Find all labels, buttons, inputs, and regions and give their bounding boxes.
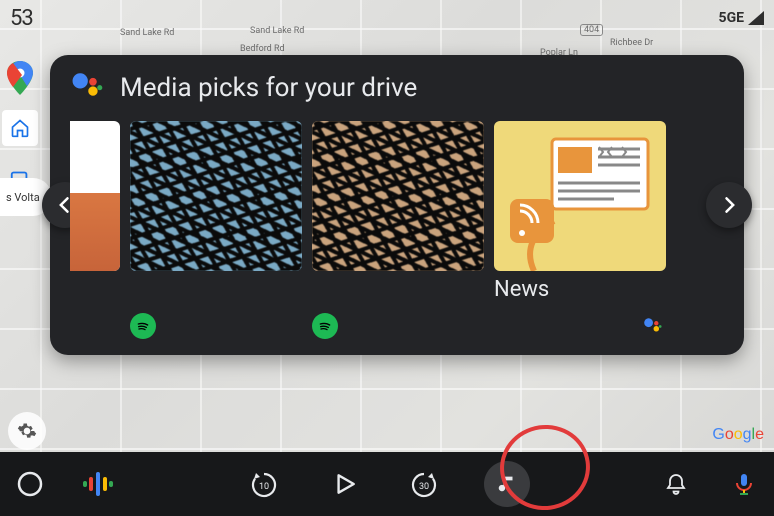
left-rail [0,60,40,196]
tile-label: News [494,277,666,305]
circle-outline-icon [16,470,44,498]
mic-icon [732,472,756,496]
media-picks-card: Media picks for your drive The … [50,55,744,355]
music-app-button[interactable] [484,461,530,507]
google-maps-icon[interactable] [2,60,38,96]
media-tile[interactable] [312,121,484,339]
redaction-overlay [312,121,484,271]
svg-text:30: 30 [419,482,429,492]
road-label: Richbee Dr [610,38,653,48]
road-label: Bedford Rd [240,44,285,54]
network-status: 5GE [719,10,764,26]
chevron-right-icon [719,195,739,215]
replay-10-icon: 10 [249,469,279,499]
gear-icon [17,421,37,441]
settings-button[interactable] [8,412,46,450]
signal-icon [748,11,764,25]
tile-art [130,121,302,271]
carousel-next-button[interactable] [706,182,752,228]
clock: 53 [10,6,33,31]
tile-art [70,121,120,271]
bottom-nav: 10 30 [0,452,774,516]
tile-art [312,121,484,271]
forward-button[interactable]: 30 [404,464,444,504]
podcasts-app-button[interactable] [78,464,118,504]
google-watermark: Google [712,426,764,444]
play-button[interactable] [324,464,364,504]
voice-assistant-button[interactable] [724,464,764,504]
media-tile[interactable]: News [494,121,666,339]
forward-30-icon: 30 [409,469,439,499]
music-note-icon [496,473,518,495]
spotify-icon [312,313,338,339]
google-podcasts-icon [83,469,113,499]
svg-text:10: 10 [259,482,269,492]
card-title: Media picks for your drive [120,73,417,103]
notifications-button[interactable] [656,464,696,504]
assistant-icon [642,315,666,339]
bell-icon [664,472,688,496]
media-tile[interactable]: The … [70,121,120,339]
home-button[interactable] [2,110,38,146]
spotify-icon [130,313,156,339]
rewind-button[interactable]: 10 [244,464,284,504]
network-label: 5GE [719,10,744,26]
redaction-overlay [130,121,302,271]
assistant-icon [70,69,104,107]
play-icon [331,471,357,497]
tile-label: The … [70,277,120,305]
tile-label [130,277,302,305]
media-carousel[interactable]: The … [70,121,724,339]
media-tile[interactable] [130,121,302,339]
location-chip-label: s Volta [6,191,40,204]
app-launcher-button[interactable] [10,464,50,504]
status-bar: 53 5GE [0,0,774,36]
tile-label [312,277,484,305]
tile-art [494,121,666,271]
